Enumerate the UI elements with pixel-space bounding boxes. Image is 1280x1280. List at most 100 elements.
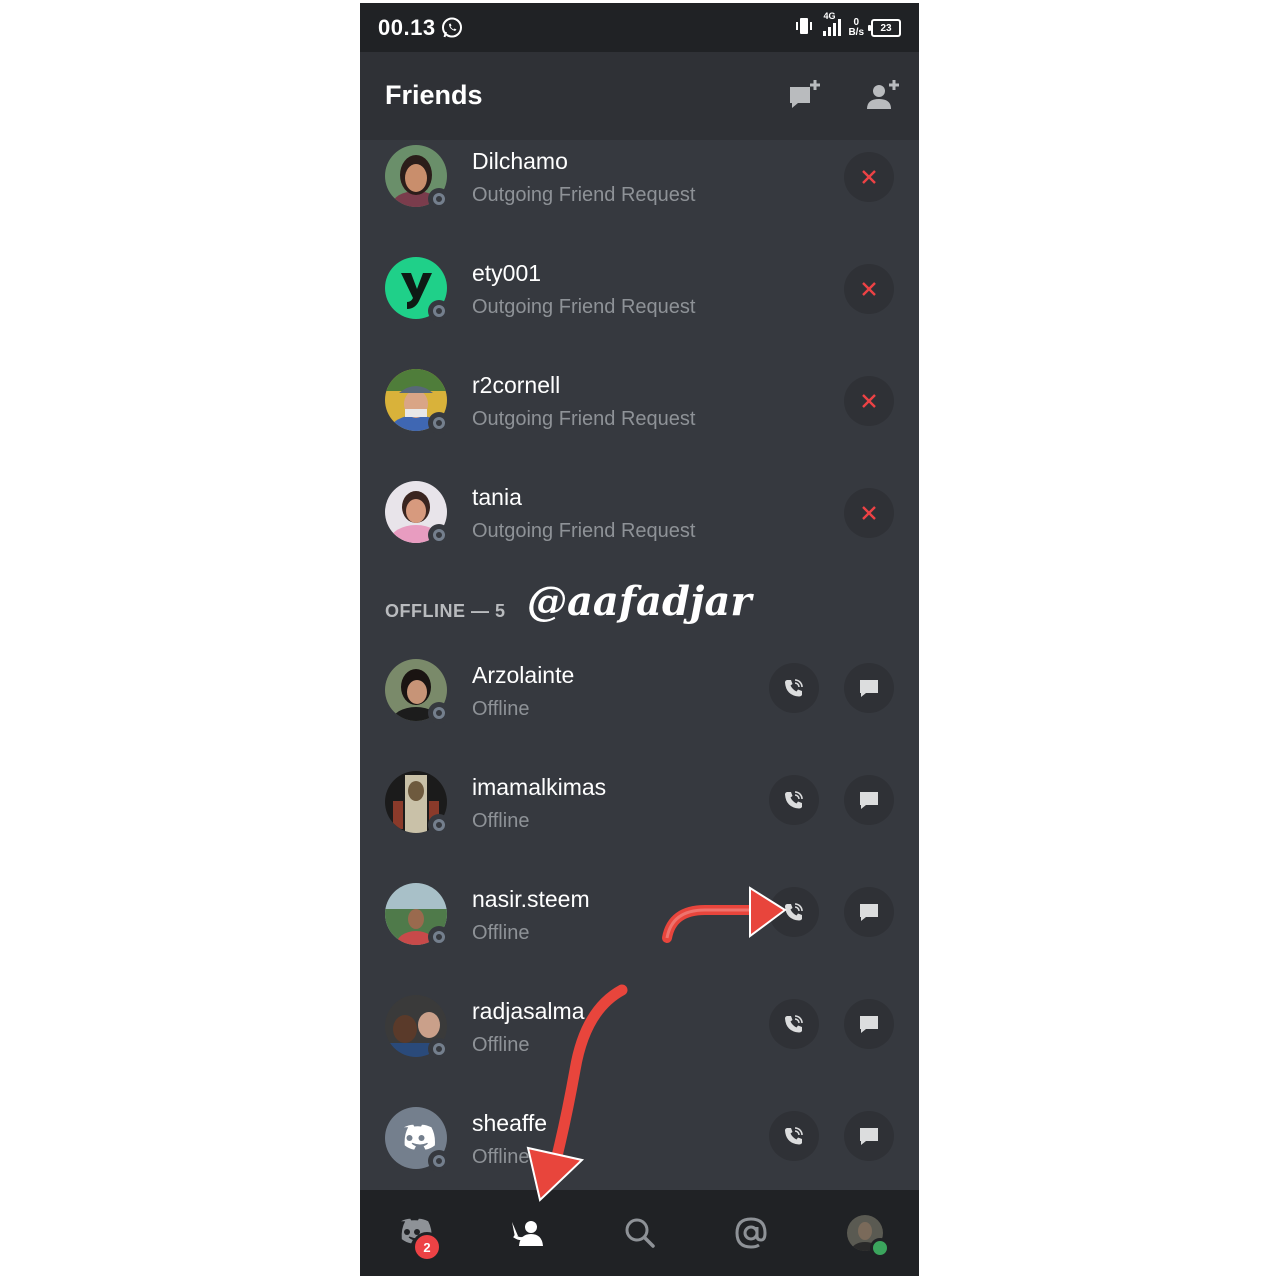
avatar: [385, 995, 450, 1060]
system-status-bar: 00.13 4G 0 B/s 23: [360, 3, 919, 52]
network-type: 4G: [823, 10, 836, 21]
call-button[interactable]: [769, 887, 819, 937]
notification-badge: 2: [412, 1232, 442, 1262]
offline-status-icon: [428, 300, 450, 322]
friend-request-row[interactable]: r2cornell Outgoing Friend Request: [360, 364, 919, 476]
avatar: [385, 257, 450, 322]
request-status: Outgoing Friend Request: [472, 520, 696, 542]
system-icons: 4G 0 B/s 23: [794, 10, 901, 43]
offline-status-icon: [428, 412, 450, 434]
clock: 00.13: [378, 15, 436, 40]
username: radjasalma: [472, 998, 585, 1024]
offline-status-icon: [428, 1038, 450, 1060]
phone-call-icon: [785, 679, 803, 697]
friend-row[interactable]: sheaffe Offline: [360, 1102, 919, 1190]
phone-call-icon: [785, 791, 803, 809]
bottom-navigation: 2: [360, 1190, 919, 1276]
phone-call-icon: [785, 1127, 803, 1145]
offline-section-header: OFFLINE — 5: [385, 601, 506, 621]
search-icon: [625, 1218, 655, 1248]
username: sheaffe: [472, 1110, 548, 1136]
nav-home[interactable]: 2: [390, 1208, 442, 1262]
close-icon: [862, 282, 876, 296]
user-status: Offline: [472, 1146, 530, 1168]
user-status: Offline: [472, 1034, 530, 1056]
discord-logo-icon: [403, 1124, 435, 1150]
page-title: Friends: [385, 80, 483, 110]
nav-profile[interactable]: [840, 1208, 890, 1258]
close-icon: [862, 170, 876, 184]
request-status: Outgoing Friend Request: [472, 296, 696, 318]
avatar: [385, 369, 450, 434]
user-status: Offline: [472, 922, 530, 944]
offline-status-icon: [428, 524, 450, 546]
add-friend-icon: [867, 80, 899, 109]
username: ety001: [472, 260, 542, 286]
offline-status-icon: [428, 1150, 450, 1172]
avatar: [385, 145, 450, 210]
call-button[interactable]: [769, 663, 819, 713]
avatar: [385, 1107, 450, 1172]
call-button[interactable]: [769, 1111, 819, 1161]
message-button[interactable]: [844, 1111, 894, 1161]
phone-screen: 00.13 4G 0 B/s 23 Friends Dilchamo Outgo…: [360, 3, 919, 1276]
message-button[interactable]: [844, 999, 894, 1049]
username: imamalkimas: [472, 774, 607, 800]
offline-status-icon: [428, 814, 450, 836]
avatar: [385, 481, 450, 546]
net-speed: 0 B/s: [848, 18, 864, 38]
nav-mentions[interactable]: [726, 1208, 776, 1258]
chat-icon: [860, 680, 878, 697]
username: tania: [472, 484, 522, 510]
cancel-request-button[interactable]: [844, 376, 894, 426]
friends-list: Dilchamo Outgoing Friend Request ety001 …: [360, 140, 919, 1190]
username: Dilchamo: [472, 148, 568, 174]
nav-search[interactable]: [615, 1208, 665, 1258]
net-speed-unit: B/s: [848, 27, 864, 38]
message-button[interactable]: [844, 775, 894, 825]
message-button[interactable]: [844, 663, 894, 713]
phone-call-icon: [785, 1015, 803, 1033]
cancel-request-button[interactable]: [844, 152, 894, 202]
whatsapp-icon: [440, 16, 464, 45]
nav-friends[interactable]: [503, 1208, 553, 1258]
avatar: [385, 771, 450, 836]
message-button[interactable]: [844, 887, 894, 937]
cancel-request-button[interactable]: [844, 264, 894, 314]
chat-icon: [860, 904, 878, 921]
avatar: [385, 883, 450, 948]
chat-icon: [860, 792, 878, 809]
username: r2cornell: [472, 372, 561, 398]
battery-level: 23: [880, 22, 892, 34]
close-icon: [862, 394, 876, 408]
friend-row[interactable]: radjasalma Offline: [360, 990, 919, 1102]
friend-request-row[interactable]: ety001 Outgoing Friend Request: [360, 252, 919, 364]
user-status: Offline: [472, 810, 530, 832]
offline-status-icon: [428, 702, 450, 724]
request-status: Outgoing Friend Request: [472, 408, 696, 430]
friend-request-row[interactable]: tania Outgoing Friend Request: [360, 476, 919, 588]
offline-status-icon: [428, 926, 450, 948]
cancel-request-button[interactable]: [844, 488, 894, 538]
add-friend-button[interactable]: [859, 74, 903, 118]
call-button[interactable]: [769, 775, 819, 825]
online-status-icon: [870, 1238, 890, 1258]
header: Friends: [360, 52, 919, 140]
close-icon: [862, 506, 876, 520]
username: Arzolainte: [472, 662, 575, 688]
phone-call-icon: [785, 903, 803, 921]
call-button[interactable]: [769, 999, 819, 1049]
friend-row[interactable]: Arzolainte Offline: [360, 654, 919, 766]
vibrate-icon: [794, 16, 814, 41]
friends-wave-icon: [512, 1221, 543, 1246]
friend-request-row[interactable]: Dilchamo Outgoing Friend Request: [360, 140, 919, 252]
watermark: @aafadjar: [527, 578, 752, 625]
friend-row[interactable]: imamalkimas Offline: [360, 766, 919, 878]
user-status: Offline: [472, 698, 530, 720]
request-status: Outgoing Friend Request: [472, 184, 696, 206]
at-mention-icon: [735, 1217, 767, 1249]
friend-row[interactable]: nasir.steem Offline: [360, 878, 919, 990]
new-message-button[interactable]: [783, 74, 827, 118]
username: nasir.steem: [472, 886, 590, 912]
offline-status-icon: [428, 188, 450, 210]
